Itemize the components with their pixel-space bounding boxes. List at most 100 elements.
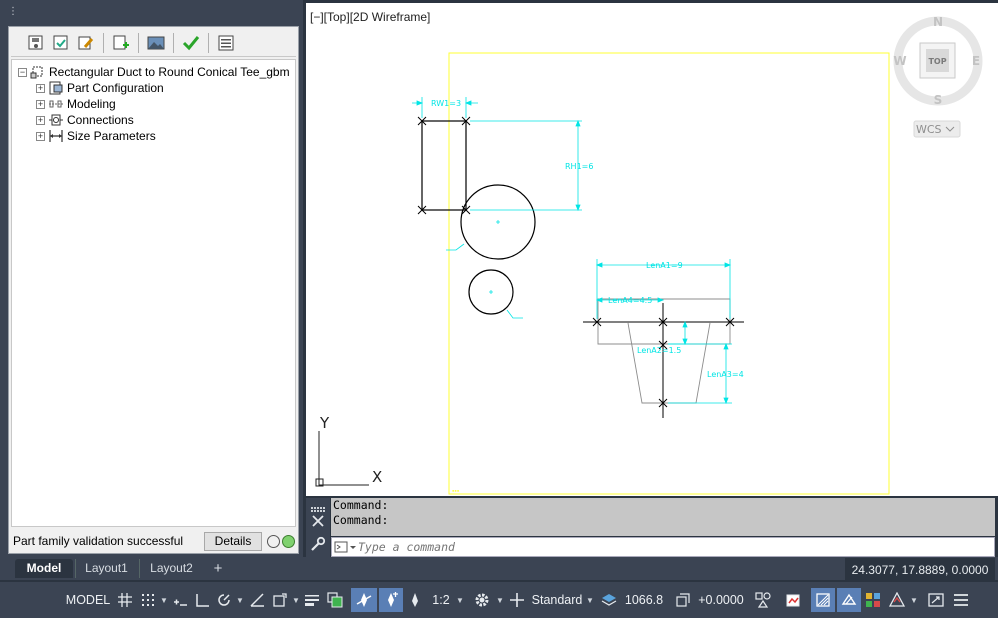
- viewcube-top-face[interactable]: TOP: [928, 57, 946, 66]
- transparency-icon[interactable]: [323, 588, 347, 612]
- model-space-toggle[interactable]: MODEL: [63, 588, 113, 612]
- workspace-color-icon[interactable]: [861, 588, 885, 612]
- cut-plane-icon[interactable]: [671, 588, 695, 612]
- details-button[interactable]: Details: [204, 531, 262, 551]
- coordinate-readout[interactable]: 24.3077, 17.8889, 0.0000: [845, 558, 995, 582]
- catalog-icon[interactable]: [215, 32, 237, 54]
- viewcube[interactable]: TOP N S E W: [893, 15, 983, 107]
- chevron-down-icon[interactable]: ▼: [585, 588, 595, 612]
- annotation-visibility-icon[interactable]: [351, 588, 377, 612]
- toolbar-separator: [103, 32, 104, 53]
- infer-constraints-icon[interactable]: [169, 588, 191, 612]
- save-part-icon[interactable]: [25, 32, 47, 54]
- ortho-icon[interactable]: [191, 588, 213, 612]
- command-line-side: [306, 498, 330, 557]
- tree-root[interactable]: − Rectangular Duct to Round Conical Tee_…: [12, 64, 295, 80]
- lineweight-icon[interactable]: [301, 588, 323, 612]
- tab-layout2[interactable]: Layout2: [139, 559, 203, 578]
- status-indicator-off: [267, 534, 280, 548]
- dim-lena1-label: LenA1=9: [646, 261, 683, 270]
- customization-menu-icon[interactable]: [949, 588, 973, 612]
- viewport-controls-label[interactable]: [−][Top][2D Wireframe]: [310, 10, 430, 24]
- chevron-down-icon[interactable]: ▼: [495, 588, 505, 612]
- clean-screen-toggle-icon[interactable]: [837, 588, 861, 612]
- validation-status-bar: Part family validation successful Detail…: [11, 530, 296, 552]
- performance-warning-icon[interactable]: [885, 588, 909, 612]
- hardware-acceleration-icon[interactable]: [811, 588, 835, 612]
- expand-icon[interactable]: +: [36, 83, 45, 93]
- tree-item-size-parameters[interactable]: + Size Parameters: [12, 128, 295, 144]
- chevron-down-icon[interactable]: ▼: [455, 588, 465, 612]
- status-indicator-green: [282, 534, 295, 548]
- compass-east[interactable]: E: [972, 54, 980, 68]
- part-config-icon: [49, 81, 63, 95]
- offset-value[interactable]: +0.0000: [695, 588, 747, 612]
- tree-root-label: Rectangular Duct to Round Conical Tee_gb…: [49, 65, 290, 79]
- drawing-viewport[interactable]: ▪▪▪ RW1=3 RH1=6 LenA1=9 LenA4=4.5 LenA2=…: [306, 3, 998, 496]
- tree-item-part-configuration[interactable]: + Part Configuration: [12, 80, 295, 96]
- expand-icon[interactable]: +: [36, 131, 45, 141]
- tree-item-connections[interactable]: + Connections: [12, 112, 295, 128]
- style-selector[interactable]: Standard: [529, 588, 585, 612]
- auto-scale-icon[interactable]: [379, 588, 403, 612]
- tab-model[interactable]: Model: [15, 559, 73, 578]
- dim-lena4-label: LenA4=4.5: [608, 296, 652, 305]
- content-builder-palette: ⋮ − Rectangular Duct to Round Conical Te…: [0, 0, 303, 557]
- palette-body: − Rectangular Duct to Round Conical Tee_…: [8, 26, 299, 554]
- image-icon[interactable]: [145, 32, 167, 54]
- yellow-boundary: [448, 52, 890, 495]
- validate-icon[interactable]: [50, 32, 72, 54]
- command-grip-icon[interactable]: [311, 502, 325, 512]
- annotation-scale-icon[interactable]: [403, 588, 427, 612]
- compass-west[interactable]: W: [893, 54, 906, 68]
- expand-icon[interactable]: +: [36, 115, 45, 125]
- command-prompt-icon[interactable]: [332, 538, 358, 556]
- wcs-menu[interactable]: WCS: [913, 120, 961, 138]
- size-params-icon: [49, 130, 63, 142]
- close-icon[interactable]: [311, 514, 325, 528]
- gear-icon[interactable]: [469, 588, 495, 612]
- elevation-layers-icon[interactable]: [597, 588, 621, 612]
- customize-wrench-icon[interactable]: [310, 536, 326, 552]
- toolbar-separator: [138, 32, 139, 53]
- tree-item-modeling[interactable]: + Modeling: [12, 96, 295, 112]
- isolate-objects-icon[interactable]: [781, 588, 809, 612]
- chevron-down-icon[interactable]: ▼: [235, 588, 245, 612]
- object-snap-tracking-icon[interactable]: [269, 588, 291, 612]
- snap-icon[interactable]: [137, 588, 159, 612]
- chevron-down-icon[interactable]: ▼: [159, 588, 169, 612]
- dim-rh1-label: RH1=6: [565, 162, 593, 171]
- toolbar-separator: [173, 32, 174, 53]
- check-icon[interactable]: [180, 32, 202, 54]
- dim-lena3-label: LenA3=4: [707, 370, 744, 379]
- toolbar-separator: [208, 32, 209, 53]
- tree-item-label: Connections: [67, 113, 134, 127]
- command-input[interactable]: [358, 538, 958, 556]
- modeling-icon: [49, 100, 63, 108]
- rect-duct-outline: [421, 120, 467, 211]
- tee-axis: [583, 303, 744, 418]
- compass-north[interactable]: N: [933, 15, 943, 29]
- polar-tracking-icon[interactable]: [213, 588, 235, 612]
- add-layout-button[interactable]: +: [207, 559, 229, 578]
- compass-south[interactable]: S: [934, 93, 943, 107]
- object-display-icon[interactable]: [751, 588, 775, 612]
- chevron-down-icon[interactable]: ▼: [291, 588, 301, 612]
- dim-rw1-label: RW1=3: [431, 99, 461, 108]
- elevation-value[interactable]: 1066.8: [621, 588, 667, 612]
- grid-icon[interactable]: [113, 588, 137, 612]
- add-icon[interactable]: [110, 32, 132, 54]
- fullscreen-icon[interactable]: [923, 588, 949, 612]
- tab-layout1[interactable]: Layout1: [75, 559, 137, 578]
- plus-icon[interactable]: [505, 588, 529, 612]
- wcs-label[interactable]: WCS: [916, 123, 942, 136]
- edit-icon[interactable]: [75, 32, 97, 54]
- palette-grip[interactable]: ⋮: [8, 7, 18, 22]
- isodraft-icon[interactable]: [245, 588, 269, 612]
- annotation-scale-value[interactable]: 1:2: [427, 588, 455, 612]
- cad-drawing: ▪▪▪ RW1=3 RH1=6 LenA1=9 LenA4=4.5 LenA2=…: [315, 15, 983, 495]
- expand-icon[interactable]: +: [36, 99, 45, 109]
- chevron-down-icon[interactable]: ▼: [909, 588, 919, 612]
- ucs-y-label: Y: [319, 414, 330, 432]
- collapse-icon[interactable]: −: [18, 67, 27, 77]
